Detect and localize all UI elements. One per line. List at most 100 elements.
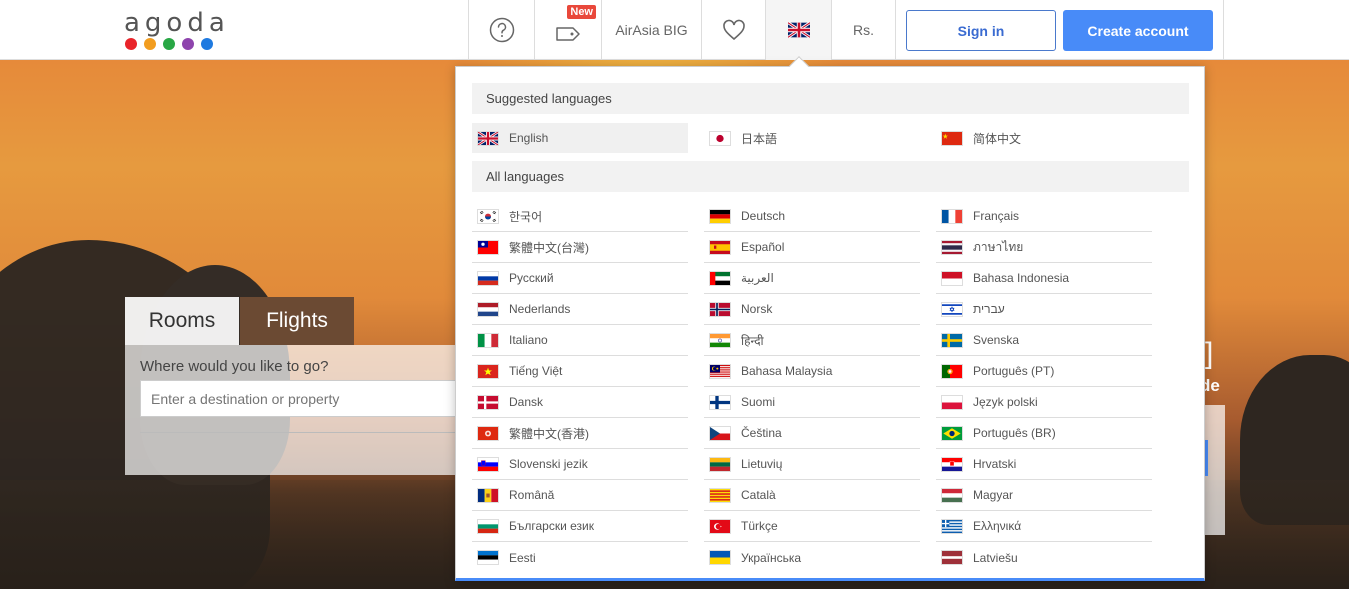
tw-flag-icon bbox=[477, 239, 499, 255]
language-option-hr[interactable]: Hrvatski bbox=[936, 449, 1152, 480]
language-option-es[interactable]: Español bbox=[704, 232, 920, 263]
airasia-big-link[interactable]: AirAsia BIG bbox=[601, 0, 701, 60]
ee-flag-icon bbox=[477, 550, 499, 565]
language-option-th[interactable]: ภาษาไทย bbox=[936, 232, 1152, 263]
language-option-se[interactable]: Svenska bbox=[936, 325, 1152, 356]
language-option-ae[interactable]: العربية bbox=[704, 263, 920, 294]
language-label: Português (PT) bbox=[973, 364, 1055, 378]
language-label: Nederlands bbox=[509, 302, 571, 316]
ae-flag-icon bbox=[709, 270, 731, 286]
language-label: Čeština bbox=[741, 426, 782, 440]
heart-icon bbox=[722, 19, 745, 41]
suggested-language-cn[interactable]: 简体中文 bbox=[936, 123, 1152, 153]
language-option-dk[interactable]: Dansk bbox=[472, 387, 688, 418]
no-flag-icon bbox=[709, 301, 731, 317]
language-label: Hrvatski bbox=[973, 457, 1017, 471]
language-option-my[interactable]: Bahasa Malaysia bbox=[704, 356, 920, 387]
destination-input[interactable] bbox=[140, 380, 460, 417]
language-option-vn[interactable]: Tiếng Việt bbox=[472, 356, 688, 387]
hr-flag-icon bbox=[941, 456, 963, 472]
language-option-id[interactable]: Bahasa Indonesia bbox=[936, 263, 1152, 294]
it-flag-icon bbox=[477, 332, 499, 348]
language-label: Magyar bbox=[973, 488, 1014, 502]
tab-rooms[interactable]: Rooms bbox=[125, 297, 239, 345]
search-panel-edge bbox=[1205, 405, 1225, 535]
search-panel: Where would you like to go? bbox=[125, 345, 460, 475]
language-option-kr[interactable]: 한국어 bbox=[472, 201, 688, 232]
language-option-il[interactable]: עברית bbox=[936, 294, 1152, 325]
kr-flag-icon bbox=[477, 208, 499, 224]
language-option-ct[interactable]: Català bbox=[704, 480, 920, 511]
language-option-si[interactable]: Slovenski jezik bbox=[472, 449, 688, 480]
favorites-button[interactable] bbox=[701, 0, 765, 60]
language-option-pt[interactable]: Português (PT) bbox=[936, 356, 1152, 387]
language-option-it[interactable]: Italiano bbox=[472, 325, 688, 356]
language-label: Latviešu bbox=[973, 550, 1018, 565]
language-option-lt[interactable]: Lietuvių bbox=[704, 449, 920, 480]
language-option-br[interactable]: Português (BR) bbox=[936, 418, 1152, 449]
lv-flag-icon bbox=[941, 550, 963, 565]
my-flag-icon bbox=[709, 363, 731, 379]
language-option-ua[interactable]: Українська bbox=[704, 542, 920, 573]
language-column-3: Français ภาษาไทย Bahasa Indonesia עברית Sven… bbox=[936, 201, 1152, 573]
language-label: Français bbox=[973, 209, 1020, 223]
de-flag-icon bbox=[709, 208, 731, 224]
fi-flag-icon bbox=[709, 394, 731, 410]
language-label: Slovenski jezik bbox=[509, 457, 588, 471]
language-option-pl[interactable]: Język polski bbox=[936, 387, 1152, 418]
language-label: Deutsch bbox=[741, 209, 786, 223]
language-option-in[interactable]: हिन्दी bbox=[704, 325, 920, 356]
language-label: Język polski bbox=[973, 395, 1038, 409]
language-option-tw[interactable]: 繁體中文(台灣) bbox=[472, 232, 688, 263]
language-option-fr[interactable]: Français bbox=[936, 201, 1152, 232]
language-option-fi[interactable]: Suomi bbox=[704, 387, 920, 418]
search-button-edge[interactable] bbox=[1205, 440, 1208, 476]
suggested-languages-header: Suggested languages bbox=[472, 83, 1189, 114]
new-badge: New bbox=[567, 5, 596, 19]
language-option-cz[interactable]: Čeština bbox=[704, 418, 920, 449]
ct-flag-icon bbox=[709, 487, 731, 503]
si-flag-icon bbox=[477, 456, 499, 472]
language-option-nl[interactable]: Nederlands bbox=[472, 294, 688, 325]
currency-selector[interactable]: Rs. bbox=[831, 0, 896, 60]
logo-dots bbox=[125, 38, 216, 50]
language-selector[interactable] bbox=[765, 0, 831, 60]
language-option-gr[interactable]: Ελληνικά bbox=[936, 511, 1152, 542]
language-option-ro[interactable]: Română bbox=[472, 480, 688, 511]
language-option-hu[interactable]: Magyar bbox=[936, 480, 1152, 511]
hu-flag-icon bbox=[941, 487, 963, 503]
language-label: Dansk bbox=[509, 395, 544, 409]
tag-icon bbox=[556, 27, 580, 41]
br-flag-icon bbox=[941, 425, 963, 441]
all-languages-header: All languages bbox=[472, 161, 1189, 192]
create-account-button[interactable]: Create account bbox=[1063, 10, 1213, 51]
help-button[interactable] bbox=[468, 0, 534, 60]
nl-flag-icon bbox=[477, 301, 499, 317]
language-column-1: 한국어 繁體中文(台灣) Русский Nederlands Italiano Tiến… bbox=[472, 201, 688, 573]
language-option-bg[interactable]: Български език bbox=[472, 511, 688, 542]
deals-button[interactable]: New bbox=[534, 0, 601, 60]
language-label: Українська bbox=[741, 550, 802, 565]
tab-flights[interactable]: Flights bbox=[240, 297, 354, 345]
language-label: Norsk bbox=[741, 302, 773, 316]
language-label: Lietuvių bbox=[741, 457, 783, 471]
language-option-de[interactable]: Deutsch bbox=[704, 201, 920, 232]
suggested-language-gb[interactable]: English bbox=[472, 123, 688, 153]
language-label: Svenska bbox=[973, 333, 1020, 347]
language-option-hk[interactable]: 繁體中文(香港) bbox=[472, 418, 688, 449]
uk-flag-icon bbox=[786, 21, 811, 39]
suggested-language-jp[interactable]: 日本語 bbox=[704, 123, 920, 153]
sign-in-button[interactable]: Sign in bbox=[906, 10, 1056, 51]
agoda-logo[interactable]: agoda bbox=[124, 10, 225, 50]
dk-flag-icon bbox=[477, 394, 499, 410]
language-option-tr[interactable]: Türkçe bbox=[704, 511, 920, 542]
where-label: Where would you like to go? bbox=[140, 358, 329, 375]
language-option-no[interactable]: Norsk bbox=[704, 294, 920, 325]
language-option-lv[interactable]: Latviešu bbox=[936, 542, 1152, 573]
language-label: Ελληνικά bbox=[973, 519, 1022, 533]
language-label: Català bbox=[741, 488, 776, 502]
language-option-ee[interactable]: Eesti bbox=[472, 542, 688, 573]
logo-dot bbox=[125, 38, 137, 50]
pt-flag-icon bbox=[941, 363, 963, 379]
language-option-ru[interactable]: Русский bbox=[472, 263, 688, 294]
